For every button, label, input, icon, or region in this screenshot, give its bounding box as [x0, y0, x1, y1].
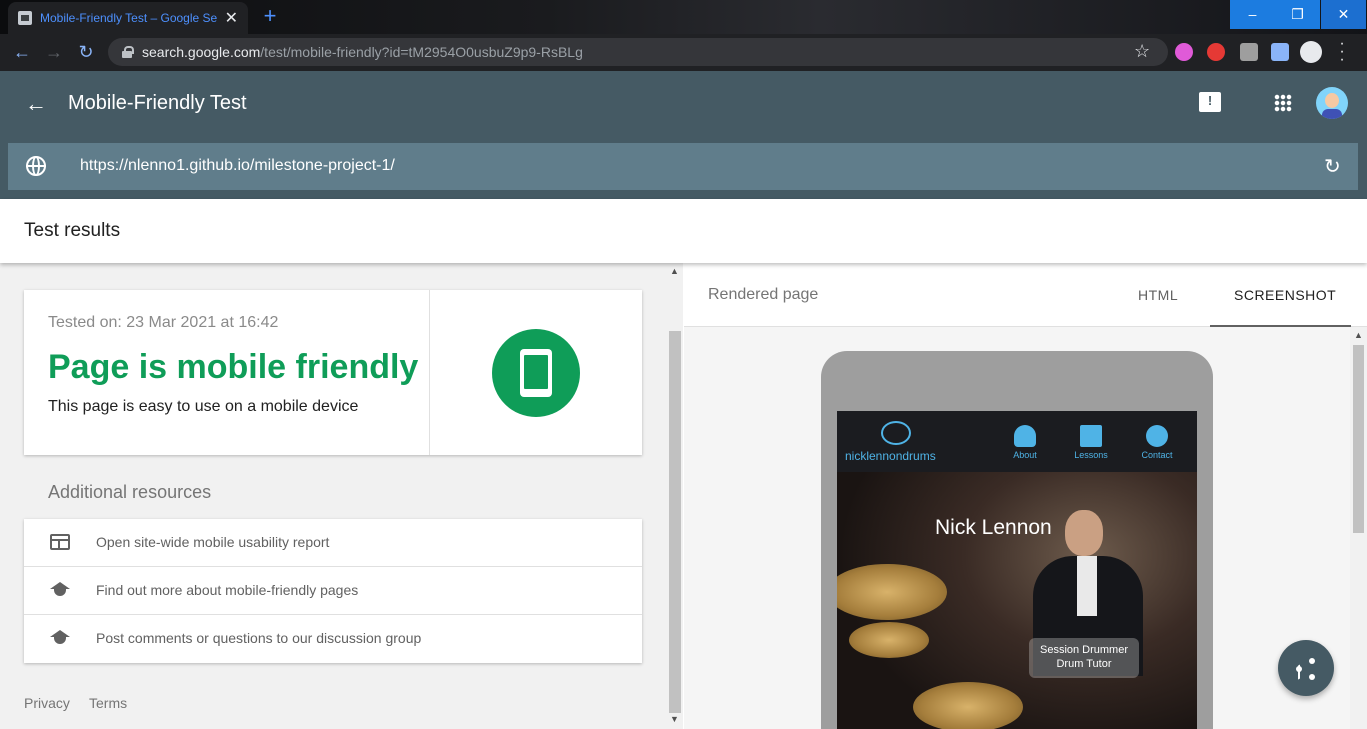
- site-nav-contact: Contact: [1135, 425, 1179, 460]
- app-back-icon[interactable]: ←: [24, 91, 48, 117]
- terms-link[interactable]: Terms: [89, 695, 127, 711]
- drummer-head-graphic: [1065, 510, 1103, 556]
- scroll-down-icon[interactable]: ▼: [670, 714, 679, 724]
- card-divider: [429, 290, 430, 455]
- site-nav-about: About: [1003, 425, 1047, 460]
- share-button[interactable]: [1278, 640, 1334, 696]
- site-hero-name: Nick Lennon: [935, 516, 1052, 539]
- site-navbar: nicklennondrums About Lessons Contact: [837, 411, 1197, 472]
- list-item[interactable]: Find out more about mobile-friendly page…: [24, 567, 642, 615]
- phone-frame: nicklennondrums About Lessons Contact Ni…: [821, 351, 1213, 729]
- reload-button[interactable]: ↻: [74, 40, 98, 64]
- cymbal-graphic: [849, 622, 929, 658]
- extension-icon-1[interactable]: [1175, 43, 1193, 61]
- address-bar[interactable]: search.google.com/test/mobile-friendly?i…: [108, 38, 1168, 66]
- right-scrollbar[interactable]: ▲: [1350, 327, 1367, 729]
- resources-list: Open site-wide mobile usability report F…: [24, 519, 642, 663]
- site-nav-lessons: Lessons: [1069, 425, 1113, 460]
- verdict-description: This page is easy to use on a mobile dev…: [48, 398, 359, 415]
- browser-menu-icon[interactable]: · · ·: [1338, 36, 1346, 68]
- tested-url-input[interactable]: https://nlenno1.github.io/milestone-proj…: [80, 157, 395, 175]
- cymbal-graphic: [837, 564, 947, 620]
- person-icon: [1014, 425, 1036, 447]
- tab-screenshot[interactable]: SCREENSHOT: [1210, 263, 1351, 327]
- scrollbar-thumb[interactable]: [669, 331, 681, 713]
- site-hero-image: Nick Lennon Session Drummer Drum Tutor: [837, 472, 1197, 729]
- summary-card: Tested on: 23 Mar 2021 at 16:42 Page is …: [24, 290, 642, 455]
- chat-icon: [1146, 425, 1168, 447]
- tab-favicon-icon: [18, 11, 32, 25]
- verdict-heading: Page is mobile friendly: [48, 348, 419, 386]
- globe-icon: [26, 156, 46, 176]
- browser-titlebar: Mobile-Friendly Test – Google Se ✕ + – ❐…: [0, 0, 1367, 34]
- school-icon: [50, 630, 70, 646]
- extension-icon-2[interactable]: [1207, 43, 1225, 61]
- rendered-page-panel: Rendered page HTML SCREENSHOT nicklennon…: [684, 263, 1367, 729]
- site-logo-text: nicklennondrums: [845, 449, 936, 463]
- rendered-tabbar: Rendered page HTML SCREENSHOT: [684, 263, 1367, 327]
- results-panel: Tested on: 23 Mar 2021 at 16:42 Page is …: [0, 263, 667, 729]
- feedback-icon[interactable]: !: [1199, 92, 1221, 112]
- extensions-puzzle-icon[interactable]: [1271, 43, 1289, 61]
- drummer-shirt-graphic: [1077, 556, 1097, 616]
- scroll-up-icon[interactable]: ▲: [1354, 330, 1363, 340]
- privacy-link[interactable]: Privacy: [24, 695, 70, 711]
- results-header: Test results: [0, 199, 1367, 263]
- browser-profile-icon[interactable]: [1300, 41, 1322, 63]
- left-scrollbar[interactable]: ▲ ▼: [667, 263, 683, 729]
- cymbal-graphic: [913, 682, 1023, 729]
- new-tab-button[interactable]: +: [258, 4, 282, 28]
- additional-resources-heading: Additional resources: [48, 482, 212, 502]
- page-title: Test results: [24, 220, 121, 241]
- resource-link[interactable]: Open site-wide mobile usability report: [96, 534, 329, 550]
- web-icon: [50, 534, 70, 550]
- tab-html[interactable]: HTML: [1138, 287, 1178, 303]
- rendered-screenshot: nicklennondrums About Lessons Contact Ni…: [837, 411, 1197, 729]
- list-item[interactable]: Post comments or questions to our discus…: [24, 615, 642, 663]
- school-icon: [50, 582, 70, 598]
- resource-link[interactable]: Post comments or questions to our discus…: [96, 630, 421, 646]
- bookmark-star-icon[interactable]: ☆: [1134, 41, 1150, 62]
- tab-title: Mobile-Friendly Test – Google Se: [40, 11, 218, 25]
- tested-on-timestamp: Tested on: 23 Mar 2021 at 16:42: [48, 314, 279, 331]
- restore-button[interactable]: ❐: [1275, 0, 1320, 29]
- list-item[interactable]: Open site-wide mobile usability report: [24, 519, 642, 567]
- app-title: Mobile-Friendly Test: [68, 92, 247, 114]
- minimize-button[interactable]: –: [1230, 0, 1275, 29]
- scrollbar-thumb[interactable]: [1353, 345, 1364, 533]
- tested-url-bar[interactable]: https://nlenno1.github.io/milestone-proj…: [8, 143, 1358, 190]
- rendered-page-label: Rendered page: [708, 286, 819, 303]
- window-close-button[interactable]: ✕: [1321, 0, 1366, 29]
- avatar[interactable]: [1316, 87, 1348, 119]
- back-button[interactable]: ←: [10, 40, 34, 64]
- site-logo-icon: [881, 421, 911, 445]
- lock-icon: [122, 46, 134, 58]
- tab-screenshot-label: SCREENSHOT: [1234, 287, 1337, 303]
- mobile-friendly-phone-icon: [492, 329, 580, 417]
- browser-tab[interactable]: Mobile-Friendly Test – Google Se ✕: [8, 2, 248, 34]
- forward-button[interactable]: →: [42, 40, 66, 64]
- site-hero-tagline: Session Drummer Drum Tutor: [1029, 638, 1139, 678]
- resource-link[interactable]: Find out more about mobile-friendly page…: [96, 582, 358, 598]
- scroll-up-icon[interactable]: ▲: [670, 266, 679, 276]
- address-url[interactable]: search.google.com/test/mobile-friendly?i…: [142, 44, 583, 60]
- retest-refresh-icon[interactable]: ↻: [1324, 154, 1341, 179]
- tab-close-icon[interactable]: ✕: [225, 8, 238, 28]
- extension-icon-3[interactable]: [1240, 43, 1258, 61]
- apps-grid-icon[interactable]: [1274, 94, 1292, 112]
- school-icon: [1080, 425, 1102, 447]
